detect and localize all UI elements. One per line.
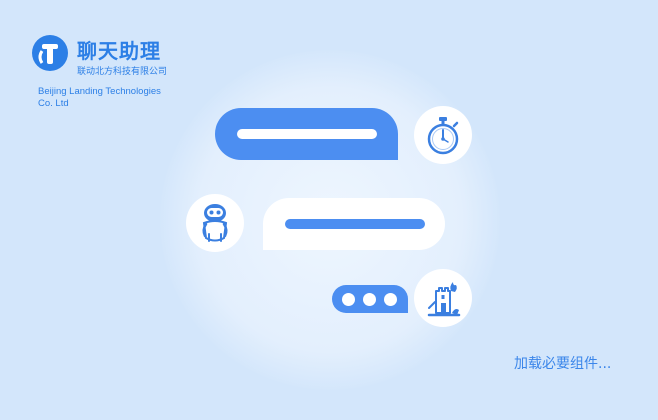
message-placeholder-bar [285,219,425,229]
chat-bubble-outgoing [215,108,398,160]
typing-dot [342,292,355,306]
chat-bubble-incoming [263,198,445,250]
castle-fire-icon [427,282,461,317]
stopwatch-icon [427,117,459,155]
robot-avatar [186,194,244,252]
message-placeholder-bar [237,129,377,139]
typing-indicator-bubble [332,285,408,313]
loading-status-text: 加载必要组件... [514,356,612,372]
typing-dot [363,292,376,306]
typing-dot [384,292,397,306]
stopwatch-avatar [414,106,472,164]
castle-avatar [414,269,472,327]
brand-title: 聊天助理 [77,39,161,63]
logo-icon [32,35,68,71]
brand-subtitle: 联动北方科技有限公司 [77,67,168,77]
company-name-line2: Co. Ltd [38,98,69,109]
company-name-line1: Beijing Landing Technologies [38,86,161,97]
robot-icon [202,204,228,242]
company-name: Beijing Landing Technologies Co. Ltd [38,86,161,110]
